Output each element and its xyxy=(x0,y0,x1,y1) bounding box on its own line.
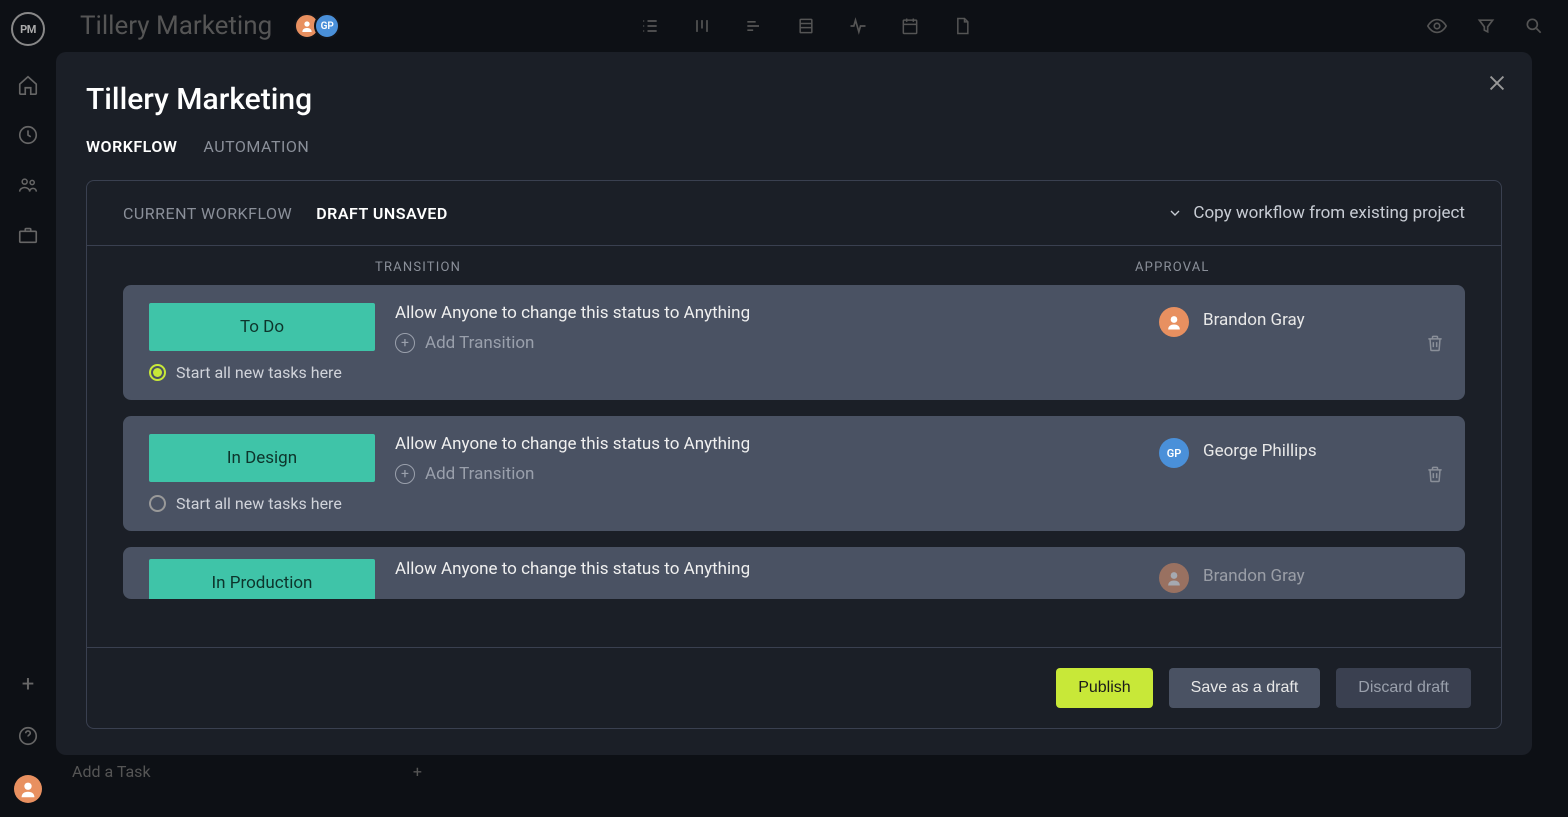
status-card: In Production Allow Anyone to change thi… xyxy=(123,547,1465,599)
copy-workflow-button[interactable]: Copy workflow from existing project xyxy=(1167,203,1465,223)
topbar: Tillery Marketing GP xyxy=(56,0,1568,52)
radio-label: Start all new tasks here xyxy=(176,494,342,513)
radio-dot-icon xyxy=(149,495,166,512)
avatar: GP xyxy=(314,13,340,39)
publish-button[interactable]: Publish xyxy=(1056,668,1152,708)
eye-icon[interactable] xyxy=(1426,15,1448,37)
approver-avatar xyxy=(1159,307,1189,337)
add-task-label: Add a Task xyxy=(72,762,151,781)
calendar-icon[interactable] xyxy=(900,16,920,36)
approver-name: Brandon Gray xyxy=(1203,563,1305,586)
tab-current-workflow[interactable]: CURRENT WORKFLOW xyxy=(123,204,292,223)
modal-title: Tillery Marketing xyxy=(56,82,1532,117)
close-button[interactable] xyxy=(1486,72,1510,96)
delete-status-button[interactable] xyxy=(1425,332,1445,354)
help-icon[interactable] xyxy=(17,725,39,747)
user-avatar[interactable] xyxy=(14,775,42,803)
left-sidebar: PM + xyxy=(0,0,56,817)
activity-icon[interactable] xyxy=(848,16,868,36)
workflow-panel: CURRENT WORKFLOW DRAFT UNSAVED Copy work… xyxy=(86,180,1502,729)
tab-automation[interactable]: AUTOMATION xyxy=(203,137,309,156)
col-transition: TRANSITION xyxy=(375,260,1135,275)
statuses-list: To Do Start all new tasks here Allow Any… xyxy=(87,285,1501,647)
search-icon[interactable] xyxy=(1524,16,1544,36)
transition-rule: Allow Anyone to change this status to An… xyxy=(395,559,1159,579)
column-headers: TRANSITION APPROVAL xyxy=(87,246,1501,285)
status-card: To Do Start all new tasks here Allow Any… xyxy=(123,285,1465,400)
gantt-icon[interactable] xyxy=(744,16,764,36)
member-avatars[interactable]: GP xyxy=(300,13,340,39)
workflow-modal: Tillery Marketing WORKFLOW AUTOMATION CU… xyxy=(56,52,1532,755)
briefcase-icon[interactable] xyxy=(17,224,39,246)
home-icon[interactable] xyxy=(17,74,39,96)
transition-rule: Allow Anyone to change this status to An… xyxy=(395,303,1159,323)
tab-draft-unsaved[interactable]: DRAFT UNSAVED xyxy=(316,204,448,223)
start-tasks-radio[interactable]: Start all new tasks here xyxy=(149,494,375,513)
radio-label: Start all new tasks here xyxy=(176,363,342,382)
board-icon[interactable] xyxy=(692,16,712,36)
start-tasks-radio[interactable]: Start all new tasks here xyxy=(149,363,375,382)
project-title: Tillery Marketing xyxy=(80,11,272,41)
approver-name: Brandon Gray xyxy=(1203,307,1305,330)
col-approval: APPROVAL xyxy=(1135,260,1465,275)
radio-dot-icon xyxy=(149,364,166,381)
add-transition-label: Add Transition xyxy=(425,333,534,353)
plus-circle-icon: + xyxy=(395,464,415,484)
sheet-icon[interactable] xyxy=(796,16,816,36)
add-transition-button[interactable]: + Add Transition xyxy=(395,333,1159,353)
copy-workflow-label: Copy workflow from existing project xyxy=(1193,203,1465,223)
chevron-down-icon xyxy=(1167,205,1183,221)
approver-name: George Phillips xyxy=(1203,438,1317,461)
add-transition-label: Add Transition xyxy=(425,464,534,484)
people-icon[interactable] xyxy=(17,174,39,196)
plus-icon: + xyxy=(413,762,422,781)
status-chip[interactable]: To Do xyxy=(149,303,375,351)
filter-icon[interactable] xyxy=(1476,16,1496,36)
modal-tabs: WORKFLOW AUTOMATION xyxy=(56,117,1532,180)
tab-workflow[interactable]: WORKFLOW xyxy=(86,137,177,156)
panel-footer: Publish Save as a draft Discard draft xyxy=(87,647,1501,728)
delete-status-button[interactable] xyxy=(1425,463,1445,485)
clock-icon[interactable] xyxy=(17,124,39,146)
approver-avatar: GP xyxy=(1159,438,1189,468)
status-chip[interactable]: In Design xyxy=(149,434,375,482)
add-icon[interactable]: + xyxy=(22,672,34,697)
status-chip[interactable]: In Production xyxy=(149,559,375,599)
add-transition-button[interactable]: + Add Transition xyxy=(395,464,1159,484)
plus-circle-icon: + xyxy=(395,333,415,353)
logo-pm[interactable]: PM xyxy=(11,12,45,46)
list-icon[interactable] xyxy=(640,16,660,36)
file-icon[interactable] xyxy=(952,16,972,36)
save-draft-button[interactable]: Save as a draft xyxy=(1169,668,1321,708)
status-card: In Design Start all new tasks here Allow… xyxy=(123,416,1465,531)
discard-draft-button[interactable]: Discard draft xyxy=(1336,668,1471,708)
approver-avatar xyxy=(1159,563,1189,593)
add-task-bar[interactable]: Add a Task + xyxy=(72,762,422,781)
transition-rule: Allow Anyone to change this status to An… xyxy=(395,434,1159,454)
wp-header: CURRENT WORKFLOW DRAFT UNSAVED Copy work… xyxy=(87,181,1501,246)
